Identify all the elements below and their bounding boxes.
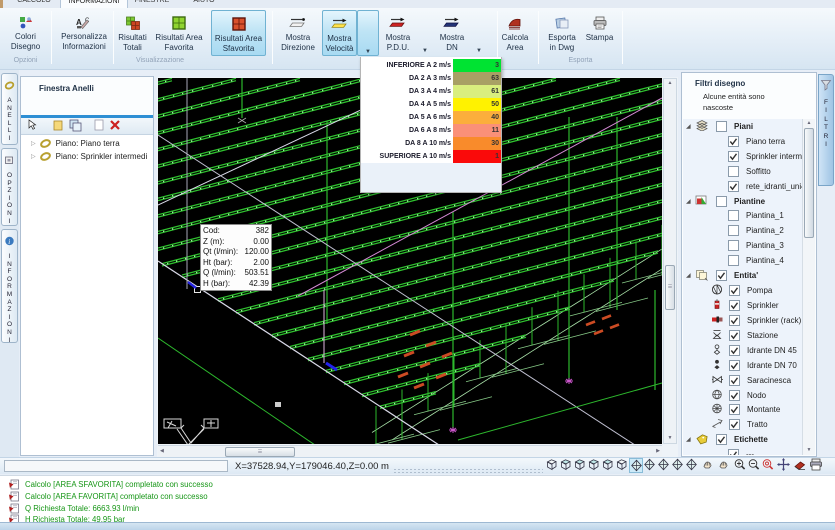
svg-text:A: A <box>76 18 82 27</box>
svg-text:i: i <box>8 238 10 246</box>
